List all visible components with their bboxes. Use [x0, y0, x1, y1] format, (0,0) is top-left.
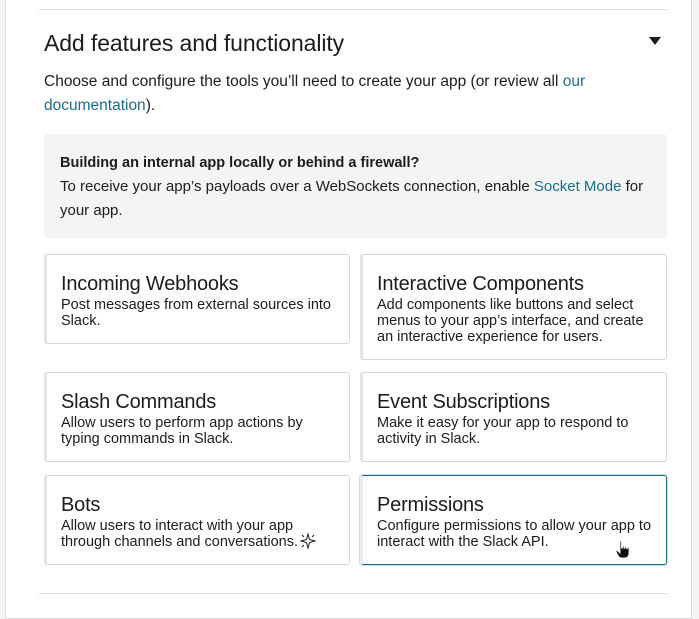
feature-card-incoming-webhooks[interactable]: Incoming Webhooks Post messages from ext… — [44, 254, 350, 344]
feature-card-description: Allow users to perform app actions by ty… — [61, 415, 303, 447]
firewall-callout: Building an internal app locally or behi… — [44, 134, 667, 238]
feature-card-description: Add components like buttons and select m… — [377, 297, 644, 345]
top-divider — [39, 9, 667, 10]
caret-down-icon[interactable] — [648, 36, 662, 46]
callout-body: To receive your app’s payloads over a We… — [60, 175, 655, 223]
socket-mode-link[interactable]: Socket Mode — [534, 178, 622, 195]
section-intro: Choose and configure the tools you’ll ne… — [44, 70, 634, 118]
feature-card-slash-commands[interactable]: Slash Commands Allow users to perform ap… — [44, 372, 350, 462]
intro-end: ). — [145, 97, 156, 114]
feature-card-bots[interactable]: Bots Allow users to interact with your a… — [44, 475, 350, 565]
features-panel: Add features and functionality Choose an… — [5, 0, 692, 619]
sparkle-icon — [300, 533, 316, 549]
section-title: Add features and functionality — [44, 30, 345, 56]
feature-card-description: Post messages from external sources into… — [61, 297, 331, 329]
callout-body-start: To receive your app’s payloads over a We… — [60, 178, 534, 195]
feature-card-description: Configure permissions to allow your app … — [377, 518, 652, 550]
feature-card-title: Slash Commands — [61, 391, 217, 413]
bottom-divider — [39, 593, 667, 594]
feature-card-description: Make it easy for your app to respond to … — [377, 415, 629, 447]
callout-title: Building an internal app locally or behi… — [60, 155, 420, 171]
feature-card-title: Bots — [61, 494, 101, 516]
feature-card-description: Allow users to interact with your app th… — [61, 518, 298, 550]
hand-cursor-icon — [615, 540, 630, 559]
feature-card-title: Incoming Webhooks — [61, 273, 239, 295]
feature-card-event-subscriptions[interactable]: Event Subscriptions Make it easy for you… — [360, 372, 667, 462]
feature-card-title: Event Subscriptions — [377, 391, 550, 413]
feature-card-title: Interactive Components — [377, 273, 584, 295]
intro-text: Choose and configure the tools you’ll ne… — [44, 73, 563, 90]
feature-card-interactive-components[interactable]: Interactive Components Add components li… — [360, 254, 667, 360]
feature-card-title: Permissions — [377, 494, 484, 516]
